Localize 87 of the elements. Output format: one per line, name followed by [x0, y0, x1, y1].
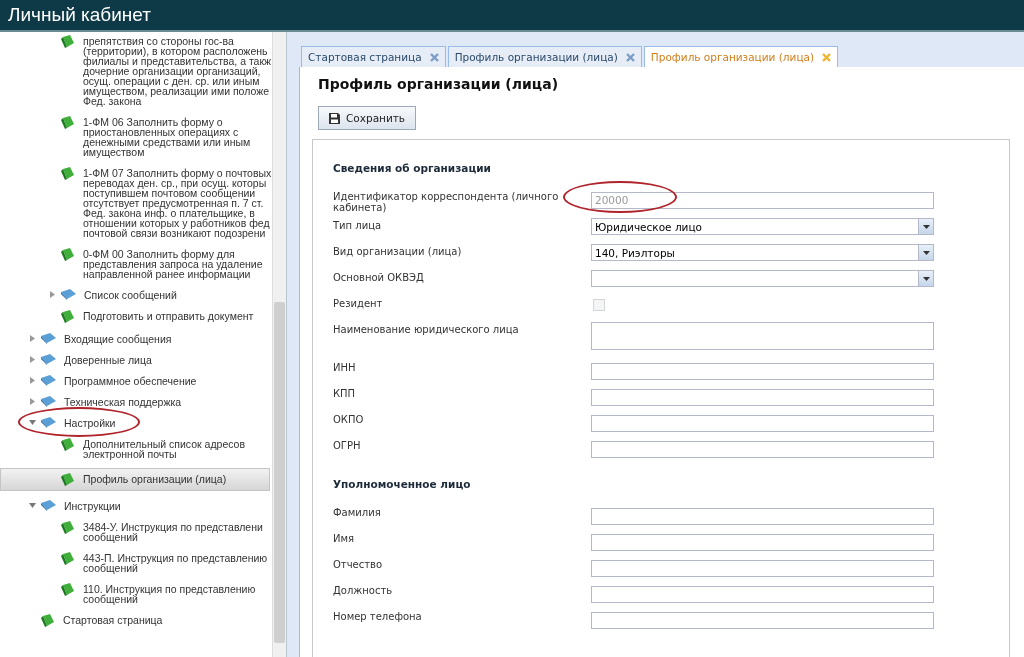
tree-item[interactable]: Техническая поддержка — [0, 395, 270, 408]
folder-icon — [41, 333, 56, 344]
section-title: Уполномоченное лицо — [333, 478, 472, 490]
close-icon[interactable] — [822, 52, 832, 62]
tree-item[interactable]: Дополнительный список адресов электронной почты — [0, 437, 270, 460]
tree-item[interactable]: 0-ФМ 00 Заполнить форму для представления запроса на удаление направленной ранее информации — [0, 247, 270, 280]
field-label: ОГРН — [333, 439, 362, 451]
tree-item[interactable]: Инструкции — [0, 499, 270, 512]
field-label: Имя — [333, 532, 356, 544]
tree-item[interactable]: Список сообщений — [0, 288, 270, 301]
text-field[interactable] — [591, 414, 934, 432]
field-label: Идентификатор корреспондента (личного кабинета) — [333, 190, 560, 213]
document-icon — [61, 116, 75, 129]
dropdown-value: Юридическое лицо — [594, 220, 703, 233]
tree-item[interactable]: Доверенные лица — [0, 353, 270, 366]
document-icon — [61, 552, 75, 565]
document-icon — [61, 248, 75, 261]
tree-item[interactable]: Профиль организации (лица) — [0, 468, 270, 491]
collapse-arrow-icon[interactable] — [29, 356, 35, 363]
field-label: Наименование юридического лица — [333, 323, 520, 335]
tree-item[interactable]: 1-ФМ 07 Заполнить форму о почтовых переводах ден. ср., при осущ. которы поступившем почтовом сообщении отсутствует предусмотренная п. 7 ст. Фед. закона инф. о плательщике, в отношении которых у работников фед почтовой связи возникают подозрени — [0, 166, 270, 239]
tree-item[interactable]: 110. Инструкция по представлению сообщений — [0, 582, 270, 605]
text-field[interactable] — [591, 507, 934, 525]
field-label: Основной ОКВЭД — [333, 271, 425, 283]
document-icon — [61, 35, 75, 48]
tree-item[interactable]: 1-ФМ 06 Заполнить форму о приостановленных операциях с денежными средствами или иным имуществом — [0, 115, 270, 158]
folder-icon — [41, 396, 56, 407]
text-field[interactable] — [591, 611, 934, 629]
folder-icon — [41, 500, 56, 511]
scrollbar[interactable] — [272, 32, 286, 657]
tab[interactable]: Стартовая страница — [301, 46, 446, 67]
folder-icon — [41, 354, 56, 365]
field-label: Должность — [333, 584, 394, 596]
tree-item[interactable]: препятствия со стороны гос-ва (территории), в котором расположень филиалы и представительства, а такж дочерние организации организаций, осущ. операции с ден. ср. или иным имуществом, реализации ими положе Фед. закона — [0, 34, 270, 107]
dropdown-value: 140, Риэлторы — [594, 246, 676, 259]
text-field[interactable] — [591, 440, 934, 458]
tree-item[interactable]: Стартовая страница — [0, 613, 270, 628]
dropdown[interactable]: Юридическое лицо — [591, 218, 934, 235]
field-label: ОКПО — [333, 413, 365, 425]
folder-icon — [41, 375, 56, 386]
tree-item[interactable]: 3484-У. Инструкция по представлени сообщений — [0, 520, 270, 543]
field-label: Номер телефона — [333, 610, 423, 622]
text-area[interactable] — [591, 322, 934, 350]
document-icon — [61, 583, 75, 596]
tab[interactable]: Профиль организации (лица) — [447, 46, 642, 67]
field-label: Фамилия — [333, 506, 382, 518]
document-icon — [61, 521, 75, 534]
text-field[interactable] — [591, 388, 934, 406]
text-field[interactable] — [591, 559, 934, 577]
close-icon[interactable] — [625, 52, 635, 62]
collapse-arrow-icon[interactable] — [49, 291, 55, 298]
tree-item[interactable]: Входящие сообщения — [0, 332, 270, 345]
close-icon[interactable] — [429, 52, 439, 62]
tab-label: Профиль организации (лица) — [454, 51, 618, 63]
tree-item[interactable]: 443-П. Инструкция по представлению сообщений — [0, 551, 270, 574]
dropdown[interactable]: 140, Риэлторы — [591, 244, 934, 261]
section-title: Сведения об организации — [333, 162, 492, 174]
text-field[interactable] — [591, 362, 934, 380]
page-title: Профиль организации (лица) — [318, 76, 560, 92]
save-button[interactable]: Сохранить — [318, 106, 417, 130]
tree-item[interactable]: Настройки — [0, 416, 270, 429]
tree-item[interactable]: Программное обеспечение — [0, 374, 270, 387]
collapse-arrow-icon[interactable] — [29, 377, 35, 384]
tab-label: Стартовая страница — [308, 51, 422, 63]
field-label: Отчество — [333, 558, 384, 570]
document-icon — [41, 614, 55, 627]
field-label: КПП — [333, 387, 357, 399]
text-field[interactable] — [591, 585, 934, 603]
document-icon — [61, 473, 75, 486]
field-label: Тип лица — [333, 219, 383, 231]
tree-item[interactable]: Подготовить и отправить документ — [0, 309, 270, 324]
folder-icon — [41, 417, 56, 428]
tab-label: Профиль организации (лица) — [650, 51, 815, 63]
text-field[interactable] — [591, 533, 934, 551]
document-icon — [61, 438, 75, 451]
splitter[interactable] — [287, 32, 299, 657]
app-title: Личный кабинет — [8, 4, 151, 26]
collapse-arrow-icon[interactable] — [29, 335, 35, 342]
document-icon — [61, 310, 75, 323]
collapse-arrow-icon[interactable] — [29, 398, 35, 405]
field-label: Вид организации (лица) — [333, 245, 463, 257]
field-label: ИНН — [333, 361, 357, 373]
expand-arrow-icon[interactable] — [28, 419, 36, 426]
field-label: Резидент — [333, 297, 384, 309]
document-icon — [61, 167, 75, 180]
expand-arrow-icon[interactable] — [28, 502, 36, 509]
folder-icon — [61, 289, 76, 300]
